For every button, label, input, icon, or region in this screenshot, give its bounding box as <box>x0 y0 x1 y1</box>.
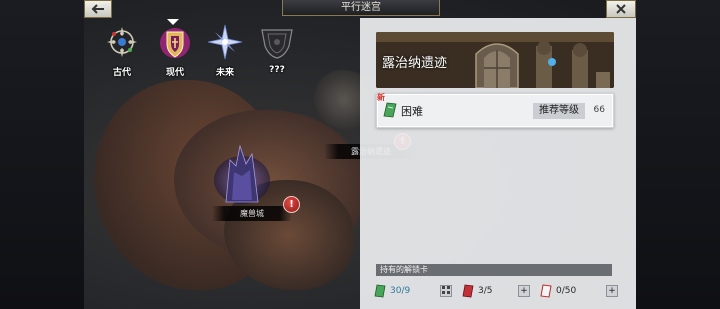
unknown-era-icon <box>261 29 293 59</box>
white-card-value: 0/50 <box>556 286 577 296</box>
era-label-unknown: ??? <box>269 65 285 75</box>
left-side-panel <box>0 0 84 309</box>
era-label-ancient: 古代 <box>112 68 131 78</box>
era-label-future: 未来 <box>215 68 234 78</box>
red-unlock-card-icon <box>462 284 474 298</box>
back-button[interactable] <box>84 0 112 18</box>
green-card-icon <box>383 102 397 118</box>
right-side-panel <box>636 0 720 309</box>
dungeon-info-panel: 露治纳遗迹 困难 推荐等级 66 新 持有的解锁卡 30/9 3/5 + 0/5… <box>360 18 636 309</box>
back-arrow-icon <box>91 4 104 14</box>
era-tab-modern[interactable]: 现代 <box>151 24 199 78</box>
green-card-value: 30/9 <box>390 286 411 296</box>
unlock-cards-header: 持有的解锁卡 <box>376 264 612 276</box>
add-red-card-button[interactable]: + <box>518 285 530 297</box>
close-icon <box>616 4 626 14</box>
green-unlock-card-icon <box>374 284 386 298</box>
recommend-level-label: 推荐等级 <box>533 103 585 119</box>
difficulty-option[interactable]: 困难 推荐等级 66 <box>376 93 614 128</box>
era-tab-future[interactable]: 未来 <box>201 24 249 78</box>
future-era-icon <box>207 24 243 60</box>
ancient-era-icon <box>107 27 137 57</box>
green-card-count: 30/9 <box>374 284 410 298</box>
dungeon-title: 露治纳遗迹 <box>382 56 448 71</box>
add-white-card-button[interactable]: + <box>606 285 618 297</box>
grid-icon <box>442 286 450 294</box>
new-badge: 新 <box>377 93 385 102</box>
era-tab-ancient[interactable]: 古代 <box>98 24 146 78</box>
red-card-count: 3/5 <box>462 284 492 298</box>
add-green-card-button[interactable] <box>440 285 452 297</box>
era-tab-unknown[interactable]: ??? <box>253 24 301 75</box>
white-unlock-card-icon <box>540 284 552 298</box>
difficulty-label: 困难 <box>401 105 423 118</box>
recommend-level-value: 66 <box>593 105 605 115</box>
dungeon-banner: 露治纳遗迹 <box>376 32 614 88</box>
red-card-value: 3/5 <box>478 286 493 296</box>
close-button[interactable] <box>606 0 636 18</box>
era-label-modern: 现代 <box>165 68 184 78</box>
page-title: 平行迷宫 <box>282 0 440 16</box>
alert-icon-beast-castle: ! <box>283 196 300 213</box>
castle-icon[interactable] <box>212 140 272 206</box>
location-label-beast-castle[interactable]: 魔兽城 <box>212 206 292 221</box>
white-card-count: 0/50 <box>540 284 576 298</box>
modern-era-icon <box>160 28 190 58</box>
